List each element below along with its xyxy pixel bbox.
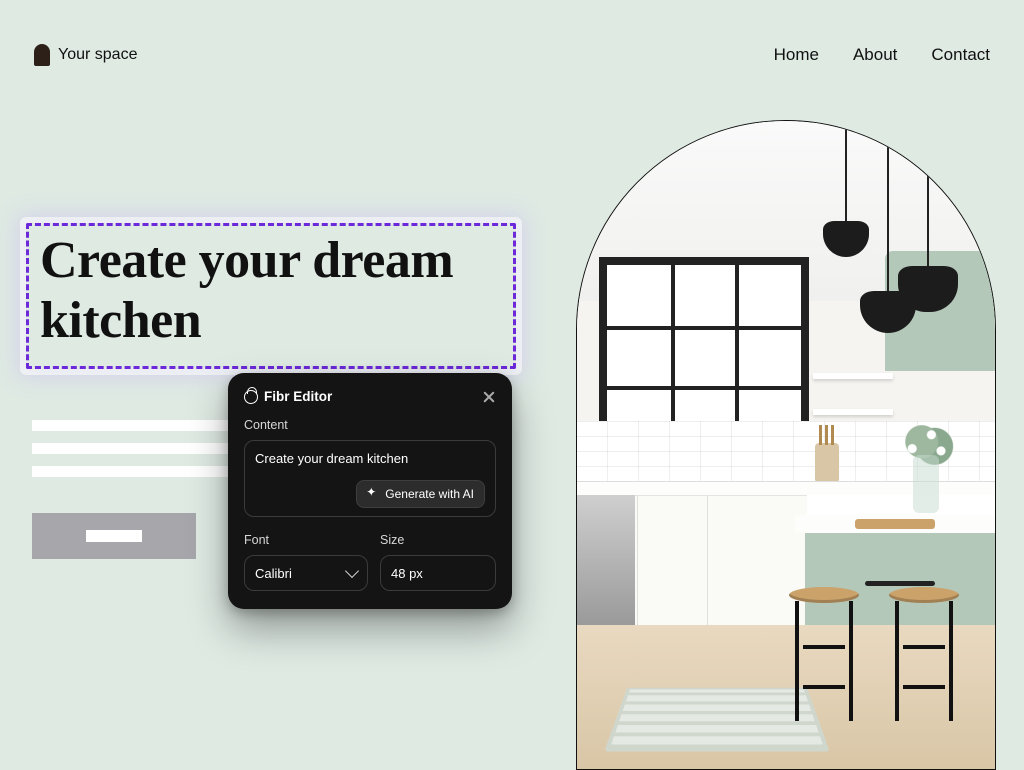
chevron-down-icon	[345, 564, 359, 578]
editor-title: Fibr Editor	[244, 389, 332, 404]
nav-home[interactable]: Home	[774, 45, 819, 65]
content-input[interactable]	[255, 451, 485, 466]
brand-logo[interactable]: Your space	[34, 44, 137, 66]
generate-with-ai-button[interactable]: Generate with AI	[356, 480, 485, 508]
size-input-value: 48 px	[391, 566, 423, 581]
door-icon	[34, 44, 50, 66]
font-field-label: Font	[244, 533, 368, 547]
content-field[interactable]: Generate with AI	[244, 440, 496, 517]
nav-about[interactable]: About	[853, 45, 897, 65]
content-field-label: Content	[244, 418, 496, 432]
editable-headline-region[interactable]: Create your dream kitchen	[32, 225, 522, 360]
placeholder-line	[86, 530, 142, 542]
sparkle-icon	[367, 488, 379, 500]
nav-contact[interactable]: Contact	[931, 45, 990, 65]
size-input[interactable]: 48 px	[380, 555, 496, 591]
hero-headline[interactable]: Create your dream kitchen	[40, 231, 514, 352]
editor-title-text: Fibr Editor	[264, 389, 332, 404]
primary-nav: Home About Contact	[774, 45, 990, 65]
font-select-value: Calibri	[255, 566, 292, 581]
size-field-label: Size	[380, 533, 496, 547]
site-header: Your space Home About Contact	[0, 0, 1024, 110]
fibr-editor-panel[interactable]: Fibr Editor Content Generate with AI Fon…	[228, 373, 512, 609]
hero-image	[576, 120, 996, 770]
fibr-logo-icon	[244, 390, 258, 404]
close-icon[interactable]	[482, 390, 496, 404]
generate-button-label: Generate with AI	[385, 487, 474, 501]
cta-button-placeholder[interactable]	[32, 513, 196, 559]
brand-name: Your space	[58, 46, 137, 64]
font-select[interactable]: Calibri	[244, 555, 368, 591]
